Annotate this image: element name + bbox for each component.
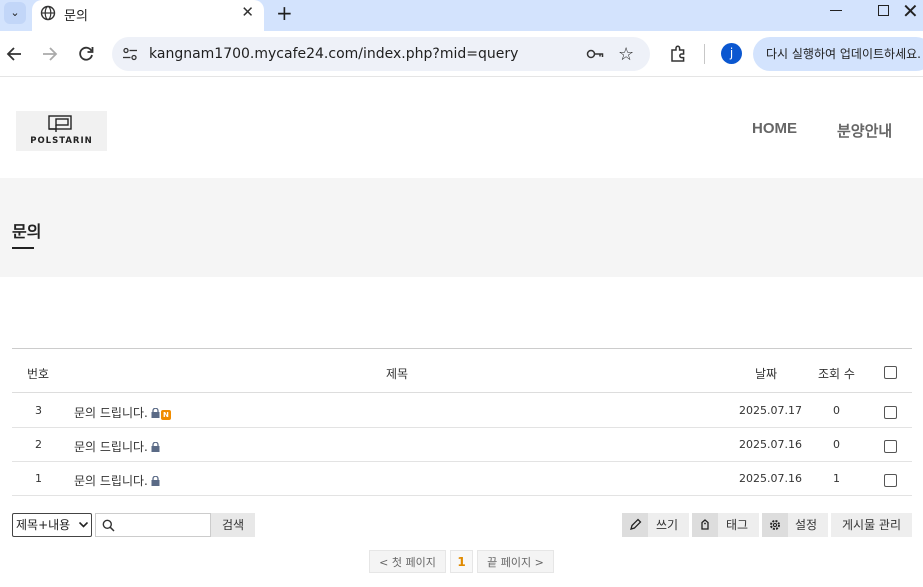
relaunch-update-button[interactable]: 다시 실행하여 업데이트하세요. (753, 37, 923, 71)
key-icon[interactable] (586, 46, 604, 62)
settings-label: 설정 (795, 518, 818, 532)
table-row: 3 문의 드립니다. N 2025.07.17 0 (12, 394, 912, 428)
lock-icon (151, 408, 160, 418)
select-all-checkbox[interactable] (884, 366, 897, 379)
row-number: 1 (35, 472, 42, 485)
last-page-link[interactable]: 끝 페이지 > (477, 550, 554, 573)
url-text[interactable]: kangnam1700.mycafe24.com/index.php?mid=q… (149, 46, 518, 62)
current-page[interactable]: 1 (450, 550, 473, 573)
nav-home[interactable]: HOME (752, 120, 797, 137)
tab-search-icon[interactable]: ⌄ (4, 2, 26, 24)
bookmark-star-icon[interactable]: ☆ (618, 44, 634, 65)
row-checkbox[interactable] (884, 440, 897, 453)
lock-icon (151, 476, 160, 486)
pencil-icon (622, 513, 648, 537)
nav-sale-info[interactable]: 분양안내 (837, 120, 892, 141)
search-target-select[interactable]: 제목+내용 (12, 513, 92, 537)
row-subject-link[interactable]: 문의 드립니다. (74, 438, 160, 455)
browser-toolbar: kangnam1700.mycafe24.com/index.php?mid=q… (0, 31, 923, 77)
row-checkbox[interactable] (884, 474, 897, 487)
row-date: 2025.07.16 (739, 472, 802, 485)
window-close-icon[interactable]: ✕ (902, 0, 919, 23)
write-button[interactable]: 쓰기 (622, 513, 689, 537)
new-badge-icon: N (160, 410, 171, 420)
address-bar[interactable]: kangnam1700.mycafe24.com/index.php?mid=q… (112, 37, 650, 71)
row-subject-text: 문의 드립니다. (74, 474, 148, 488)
row-subject-text: 문의 드립니다. (74, 440, 148, 454)
extensions-puzzle-icon[interactable] (668, 44, 688, 64)
lock-icon (151, 442, 160, 452)
row-views: 1 (833, 472, 840, 485)
browser-tab-active[interactable]: 문의 ✕ (32, 0, 264, 31)
page-title-band: 문의 (0, 178, 923, 277)
globe-icon (40, 5, 56, 21)
row-subject-link[interactable]: 문의 드립니다. (74, 472, 160, 489)
row-views: 0 (833, 404, 840, 417)
row-views: 0 (833, 438, 840, 451)
write-label: 쓰기 (656, 518, 679, 532)
maximize-icon[interactable] (878, 5, 889, 16)
site-header: POLSTARIN HOME 분양안내 (0, 78, 923, 178)
toolbar-divider (704, 44, 705, 64)
tag-label: 태그 (726, 518, 749, 532)
header-views: 조회 수 (818, 367, 855, 381)
row-date: 2025.07.17 (739, 404, 802, 417)
row-subject-text: 문의 드립니다. (74, 406, 148, 420)
table-row: 2 문의 드립니다. 2025.07.16 0 (12, 428, 912, 462)
table-row: 1 문의 드립니다. 2025.07.16 1 (12, 462, 912, 496)
header-subject: 제목 (386, 367, 409, 381)
forward-arrow-icon[interactable] (38, 43, 60, 65)
site-info-icon[interactable] (122, 46, 138, 62)
tag-button[interactable]: 태그 (692, 513, 759, 537)
tab-title: 문의 (64, 9, 88, 24)
title-underline (12, 247, 34, 249)
board-footer: 제목+내용 검색 쓰기 태그 설정 게시물 관리 (12, 513, 912, 537)
row-subject-link[interactable]: 문의 드립니다. N (74, 404, 171, 421)
row-date: 2025.07.16 (739, 438, 802, 451)
table-header: 번호 제목 날짜 조회 수 (12, 348, 912, 393)
back-arrow-icon[interactable] (4, 43, 26, 65)
profile-avatar[interactable]: j (721, 43, 742, 64)
site-logo[interactable]: POLSTARIN (16, 111, 107, 151)
header-date: 날짜 (755, 367, 778, 381)
reload-icon[interactable] (75, 43, 97, 65)
logo-mark-icon (48, 115, 72, 132)
tag-icon (692, 513, 718, 537)
search-button[interactable]: 검색 (211, 513, 255, 537)
search-icon (102, 519, 115, 532)
browser-tab-strip: ⌄ 문의 ✕ + ✕ (0, 0, 923, 31)
search-input[interactable] (95, 513, 211, 537)
close-tab-icon[interactable]: ✕ (241, 3, 254, 21)
manage-posts-button[interactable]: 게시물 관리 (831, 513, 912, 537)
logo-wordmark: POLSTARIN (30, 136, 93, 146)
row-number: 3 (35, 404, 42, 417)
row-checkbox[interactable] (884, 406, 897, 419)
search-target-value: 제목+내용 (16, 518, 71, 532)
settings-button[interactable]: 설정 (762, 513, 828, 537)
gear-icon (762, 513, 788, 537)
minimize-icon[interactable] (830, 10, 842, 11)
first-page-link[interactable]: < 첫 페이지 (369, 550, 446, 573)
header-number: 번호 (27, 367, 50, 381)
chevron-down-icon (79, 522, 88, 528)
page-title: 문의 (12, 222, 42, 241)
row-number: 2 (35, 438, 42, 451)
new-tab-button[interactable]: + (276, 1, 293, 25)
